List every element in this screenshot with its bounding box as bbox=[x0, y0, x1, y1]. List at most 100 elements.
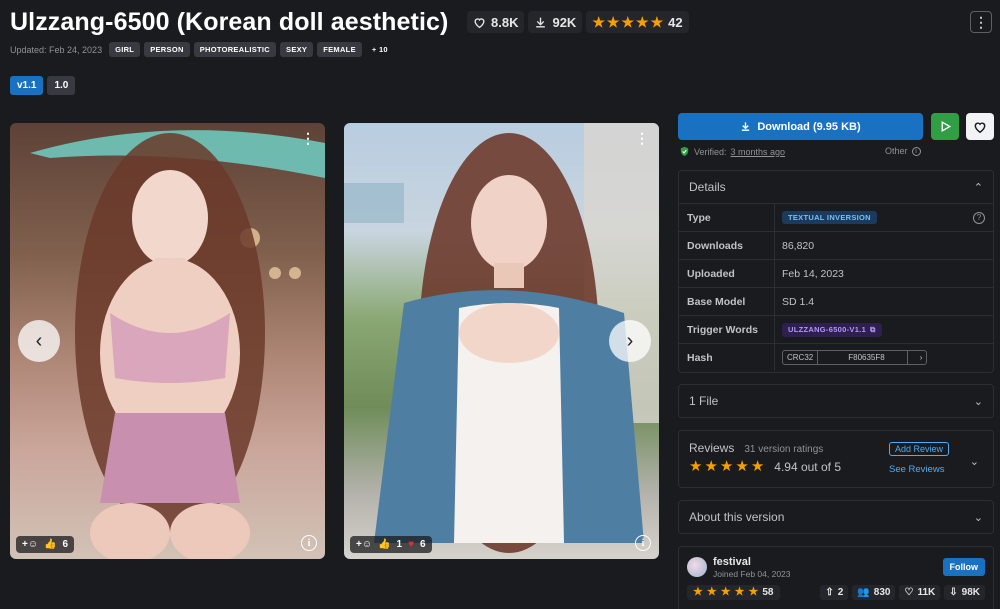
creator-name[interactable]: festival bbox=[713, 556, 751, 568]
likes-count: 11K bbox=[917, 587, 936, 598]
chevron-right-icon: › bbox=[626, 329, 634, 352]
files-panel[interactable]: 1 File ⌄ bbox=[678, 384, 994, 418]
more-tags-button[interactable]: + 10 bbox=[366, 42, 394, 57]
creator-rating: ★ ★ ★ ★ ★ 58 bbox=[687, 585, 780, 600]
creator-card: festival Joined Feb 04, 2023 Follow ★ ★ … bbox=[678, 546, 994, 609]
thumbs-up-icon[interactable]: 👍 bbox=[44, 539, 56, 550]
like-stat[interactable]: 8.8K bbox=[467, 11, 525, 33]
see-reviews-link[interactable]: See Reviews bbox=[889, 464, 944, 475]
reviews-heading: Reviews bbox=[689, 441, 735, 455]
row-key: Trigger Words bbox=[679, 316, 775, 343]
details-header[interactable]: Details ⌃ bbox=[679, 171, 993, 203]
users-icon: 👥 bbox=[857, 587, 870, 598]
chevron-left-icon: ‹ bbox=[35, 329, 43, 352]
info-icon[interactable]: i bbox=[301, 535, 317, 551]
next-image-button[interactable]: › bbox=[609, 320, 651, 362]
previous-image-button[interactable]: ‹ bbox=[18, 320, 60, 362]
favorite-button[interactable] bbox=[966, 113, 994, 140]
play-icon bbox=[941, 120, 951, 133]
verified-status: Verified: 3 months ago bbox=[679, 146, 785, 157]
tag-badge[interactable]: SEXY bbox=[280, 42, 314, 57]
hash-selector[interactable]: CRC32 F80635F8 › bbox=[782, 350, 928, 365]
other-files[interactable]: Other i bbox=[885, 146, 921, 156]
verified-time-link[interactable]: 3 months ago bbox=[731, 147, 786, 157]
gallery-image-1[interactable]: ⋮ ‹ +☺ 👍 6 i bbox=[10, 123, 325, 559]
details-row-hash: Hash CRC32 F80635F8 › bbox=[679, 343, 993, 371]
model-title: Ulzzang-6500 (Korean doll aesthetic) bbox=[10, 8, 449, 36]
heart-reaction-icon[interactable]: ♥ bbox=[408, 539, 414, 550]
details-heading: Details bbox=[689, 180, 726, 194]
run-button[interactable] bbox=[931, 113, 959, 140]
image-menu-button[interactable]: ⋮ bbox=[301, 131, 315, 145]
help-icon[interactable]: ? bbox=[973, 211, 985, 224]
star-icon: ★ bbox=[706, 586, 717, 598]
star-icon: ★ bbox=[606, 14, 620, 30]
type-badge: TEXTUAL INVERSION bbox=[782, 211, 877, 224]
files-heading: 1 File bbox=[689, 394, 719, 408]
version-selector: v1.1 1.0 bbox=[10, 76, 76, 95]
tag-badge[interactable]: FEMALE bbox=[317, 42, 362, 57]
download-button[interactable]: Download (9.95 KB) bbox=[678, 113, 923, 140]
version-tab-v1-1[interactable]: v1.1 bbox=[10, 76, 44, 95]
updated-date: Updated: Feb 24, 2023 bbox=[10, 44, 103, 55]
chevron-down-icon[interactable]: ⌄ bbox=[970, 455, 979, 468]
add-reaction-icon[interactable]: +☺ bbox=[22, 539, 38, 550]
chevron-down-icon: ⌄ bbox=[973, 395, 983, 408]
rating-stat[interactable]: ★ ★ ★ ★ ★ 42 bbox=[586, 11, 689, 33]
info-icon[interactable]: i bbox=[635, 535, 651, 551]
row-key: Base Model bbox=[679, 288, 775, 315]
downloads-stat: ⇩ 98K bbox=[944, 585, 985, 600]
star-icon: ★ bbox=[704, 458, 718, 475]
details-panel: Details ⌃ Type TEXTUAL INVERSION? Downlo… bbox=[678, 170, 994, 373]
copy-icon: ⧉ bbox=[870, 324, 876, 334]
gallery-image-2[interactable]: ⋮ › +☺ 👍 1 ♥ 6 i bbox=[344, 123, 659, 559]
likes-stat: ♡ 11K bbox=[899, 585, 941, 600]
rating-stars: ★ ★ ★ ★ ★ bbox=[689, 459, 764, 474]
row-key: Downloads bbox=[679, 232, 775, 259]
row-key: Uploaded bbox=[679, 260, 775, 287]
hash-value: F80635F8 bbox=[848, 353, 885, 362]
reviews-panel: Reviews 31 version ratings ★ ★ ★ ★ ★ 4.9… bbox=[678, 430, 994, 488]
version-tab-1-0[interactable]: 1.0 bbox=[47, 76, 76, 95]
thumbs-up-icon[interactable]: 👍 bbox=[378, 539, 390, 550]
row-key: Type bbox=[679, 204, 775, 231]
chevron-down-icon: ⌄ bbox=[973, 511, 983, 524]
tag-badge[interactable]: PERSON bbox=[144, 42, 190, 57]
upload-icon: ⇧ bbox=[825, 587, 834, 598]
rating-count: 42 bbox=[668, 14, 683, 30]
row-value: SD 1.4 bbox=[782, 295, 815, 308]
download-icon: ⇩ bbox=[949, 587, 958, 598]
tag-badge[interactable]: PHOTOREALISTIC bbox=[193, 42, 277, 57]
star-icon: ★ bbox=[748, 586, 759, 598]
model-stats: 8.8K 92K ★ ★ ★ ★ ★ 42 bbox=[467, 11, 689, 33]
row-value: 86,820 bbox=[782, 239, 815, 252]
downloads-count: 98K bbox=[961, 587, 980, 598]
shield-check-icon bbox=[680, 146, 689, 157]
download-stat: 92K bbox=[528, 11, 583, 33]
tag-badge[interactable]: GIRL bbox=[109, 42, 141, 57]
star-icon: ★ bbox=[693, 586, 703, 598]
info-icon: i bbox=[911, 146, 921, 156]
star-icon: ★ bbox=[750, 458, 765, 475]
chevron-up-icon: ⌃ bbox=[973, 181, 983, 194]
about-version-panel[interactable]: About this version ⌄ bbox=[678, 500, 994, 534]
avatar[interactable] bbox=[687, 557, 707, 577]
follow-button[interactable]: Follow bbox=[942, 558, 985, 576]
star-icon: ★ bbox=[734, 586, 745, 598]
image-menu-button[interactable]: ⋮ bbox=[635, 131, 649, 145]
reviews-score: 4.94 out of 5 bbox=[774, 459, 841, 474]
star-icon: ★ bbox=[636, 14, 649, 30]
heart-icon bbox=[974, 122, 986, 133]
star-icon: ★ bbox=[650, 14, 664, 30]
more-options-button[interactable]: ⋮ bbox=[970, 11, 992, 33]
add-review-button[interactable]: Add Review bbox=[889, 442, 950, 456]
image-reactions: +☺ 👍 1 ♥ 6 bbox=[350, 536, 432, 553]
star-icon: ★ bbox=[592, 14, 605, 30]
trigger-word: ULZZANG-6500-V1.1 bbox=[788, 325, 867, 334]
add-reaction-icon[interactable]: +☺ bbox=[356, 539, 372, 550]
star-icon: ★ bbox=[735, 458, 749, 475]
uploads-count: 2 bbox=[837, 587, 844, 598]
star-icon: ★ bbox=[621, 14, 635, 30]
trigger-word-badge[interactable]: ULZZANG-6500-V1.1 ⧉ bbox=[782, 322, 882, 337]
followers-stat: 👥 830 bbox=[852, 585, 896, 600]
